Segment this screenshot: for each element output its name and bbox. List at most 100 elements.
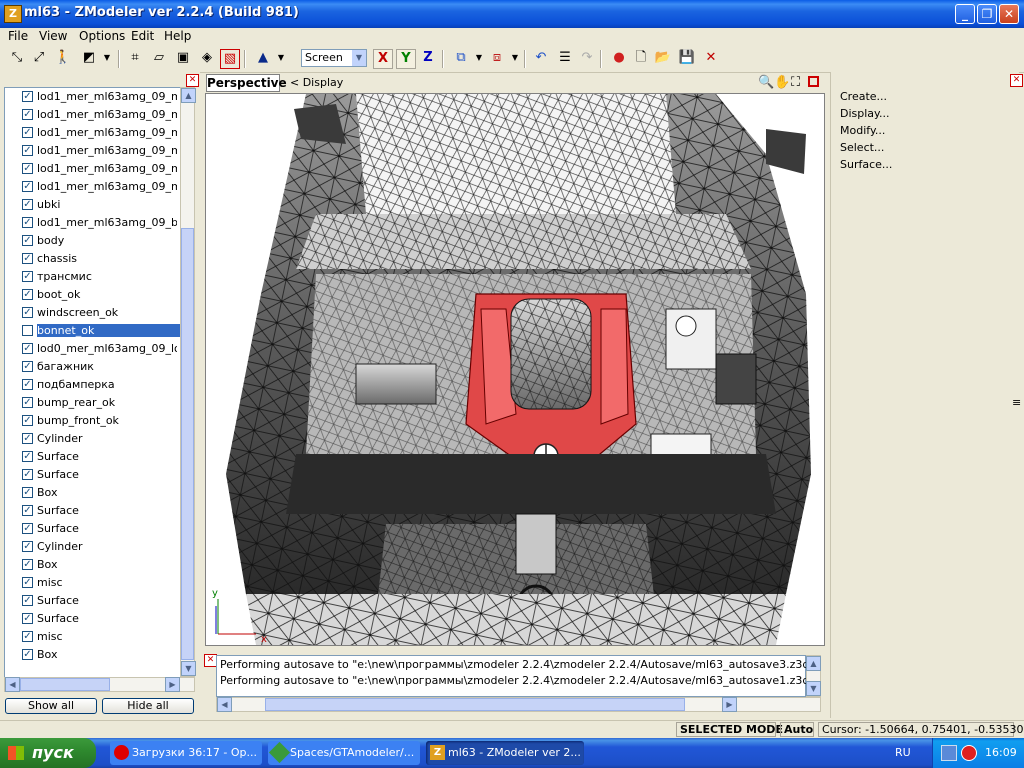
display-menu[interactable]: Display... bbox=[840, 107, 889, 120]
layer-row[interactable]: ✓ lod1_mer_ml63amg_09_mirro bbox=[5, 160, 181, 178]
history-icon[interactable]: ☰ bbox=[556, 49, 574, 67]
layer-visibility-checkbox[interactable]: ✓ bbox=[22, 613, 33, 624]
layer-row[interactable]: ✓ boot_ok bbox=[5, 286, 181, 304]
layer-visibility-checkbox[interactable]: ✓ bbox=[22, 541, 33, 552]
layer-visibility-checkbox[interactable]: ✓ bbox=[22, 91, 33, 102]
coordinate-system-select[interactable]: Screen ▼ bbox=[301, 49, 367, 67]
zoom-extents-icon[interactable]: ⛶ bbox=[791, 75, 800, 90]
close-file-icon[interactable]: ✕ bbox=[702, 49, 720, 67]
scroll-down-icon[interactable]: ▼ bbox=[181, 661, 196, 676]
layer-row[interactable]: ✓ bump_front_ok bbox=[5, 412, 181, 430]
scroll-thumb[interactable] bbox=[265, 698, 685, 711]
pivot-icon[interactable]: ▲ bbox=[254, 49, 272, 67]
vertex-mode-icon[interactable]: ⌗ bbox=[126, 49, 144, 67]
pan-hand-icon[interactable]: ✋ bbox=[774, 75, 790, 90]
layer-visibility-checkbox[interactable]: ✓ bbox=[22, 379, 33, 390]
layer-visibility-checkbox[interactable]: ✓ bbox=[22, 649, 33, 660]
dropdown-arrow-icon[interactable]: ▼ bbox=[470, 49, 488, 67]
menu-edit[interactable]: Edit bbox=[131, 29, 154, 43]
layer-visibility-checkbox[interactable]: ✓ bbox=[22, 451, 33, 462]
layer-visibility-checkbox[interactable]: ✓ bbox=[22, 271, 33, 282]
layer-row[interactable]: ✓ Cylinder bbox=[5, 538, 181, 556]
create-menu[interactable]: Create... bbox=[840, 90, 887, 103]
menu-help[interactable]: Help bbox=[164, 29, 191, 43]
log-hscrollbar[interactable]: ◀ ▶ bbox=[216, 697, 821, 712]
axis-y-toggle[interactable]: Y bbox=[396, 49, 416, 69]
layer-visibility-checkbox[interactable]: ✓ bbox=[22, 235, 33, 246]
layer-visibility-checkbox[interactable]: ✓ bbox=[22, 163, 33, 174]
layer-row[interactable]: ✓ Box bbox=[5, 484, 181, 502]
dropdown-arrow-icon[interactable]: ▼ bbox=[506, 49, 524, 67]
log-vscrollbar[interactable]: ▲ ▼ bbox=[806, 655, 821, 697]
copy-icon[interactable]: ⧉ bbox=[452, 49, 470, 67]
layer-visibility-checkbox[interactable]: ✓ bbox=[22, 289, 33, 300]
layer-visibility-checkbox[interactable]: ✓ bbox=[22, 415, 33, 426]
auto-status[interactable]: Auto bbox=[780, 722, 814, 737]
layer-row[interactable]: ✓ lod1_mer_ml63amg_09_mirro bbox=[5, 88, 181, 106]
modify-menu[interactable]: Modify... bbox=[840, 124, 885, 137]
menu-file[interactable]: File bbox=[8, 29, 28, 43]
taskbar-item-zmodeler[interactable]: Z ml63 - ZModeler ver 2... bbox=[426, 741, 584, 765]
dropdown-arrow-icon[interactable]: ▼ bbox=[272, 49, 290, 67]
save-icon[interactable]: 💾 bbox=[678, 49, 696, 67]
layer-visibility-checkbox[interactable]: ✓ bbox=[22, 343, 33, 354]
layer-row[interactable]: ✓ misc bbox=[5, 628, 181, 646]
layer-row[interactable]: ✓ misc bbox=[5, 574, 181, 592]
layer-row[interactable]: ✓ body bbox=[5, 232, 181, 250]
new-file-icon[interactable]: 🗋 bbox=[632, 49, 650, 67]
layer-visibility-checkbox[interactable]: ✓ bbox=[22, 487, 33, 498]
layer-row[interactable]: ✓ lod1_mer_ml63amg_09_mirro bbox=[5, 106, 181, 124]
layer-row[interactable]: ✓ Box bbox=[5, 556, 181, 574]
3d-viewport[interactable]: x y bbox=[205, 93, 825, 646]
layer-row[interactable]: ✓ Surface bbox=[5, 466, 181, 484]
scroll-down-icon[interactable]: ▼ bbox=[806, 681, 821, 696]
walk-icon[interactable]: 🚶 bbox=[54, 49, 72, 67]
undo-icon[interactable]: ↶ bbox=[532, 49, 550, 67]
layer-visibility-checkbox[interactable]: ✓ bbox=[22, 595, 33, 606]
layer-row[interactable]: ✓ трансмис bbox=[5, 268, 181, 286]
layer-visibility-checkbox[interactable] bbox=[22, 325, 33, 336]
close-icon[interactable]: ✕ bbox=[186, 74, 199, 87]
dropdown-arrow-icon[interactable]: ▼ bbox=[98, 49, 116, 67]
layer-row[interactable]: ✓ Box bbox=[5, 646, 181, 664]
face-mode-icon[interactable]: ▣ bbox=[174, 49, 192, 67]
redo-icon[interactable]: ↷ bbox=[578, 49, 596, 67]
layer-row[interactable]: ✓ ubki bbox=[5, 196, 181, 214]
layer-row[interactable]: ✓ Cylinder bbox=[5, 430, 181, 448]
layer-row[interactable]: ✓ bump_rear_ok bbox=[5, 394, 181, 412]
network-icon[interactable] bbox=[941, 745, 957, 761]
zoom-icon[interactable]: 🔍 bbox=[758, 75, 774, 90]
layer-visibility-checkbox[interactable]: ✓ bbox=[22, 631, 33, 642]
layer-visibility-checkbox[interactable]: ✓ bbox=[22, 433, 33, 444]
layer-visibility-checkbox[interactable]: ✓ bbox=[22, 559, 33, 570]
layer-visibility-checkbox[interactable]: ✓ bbox=[22, 307, 33, 318]
minimize-button[interactable]: _ bbox=[955, 4, 975, 24]
layer-visibility-checkbox[interactable]: ✓ bbox=[22, 505, 33, 516]
layer-visibility-checkbox[interactable]: ✓ bbox=[22, 109, 33, 120]
scroll-right-icon[interactable]: ▶ bbox=[722, 697, 737, 712]
layer-visibility-checkbox[interactable]: ✓ bbox=[22, 181, 33, 192]
hide-all-button[interactable]: Hide all bbox=[102, 698, 194, 714]
layer-visibility-checkbox[interactable]: ✓ bbox=[22, 217, 33, 228]
layer-row[interactable]: ✓ chassis bbox=[5, 250, 181, 268]
layer-row[interactable]: ✓ подбамперка bbox=[5, 376, 181, 394]
camera-icon[interactable]: ◩ bbox=[80, 49, 98, 67]
layer-visibility-checkbox[interactable]: ✓ bbox=[22, 469, 33, 480]
layer-row[interactable]: ✓ Surface bbox=[5, 592, 181, 610]
maximize-button[interactable]: ❐ bbox=[977, 4, 997, 24]
layer-row[interactable]: ✓ lod1_mer_ml63amg_09_body bbox=[5, 214, 181, 232]
viewport-mode-label[interactable]: < Display bbox=[290, 76, 343, 89]
scroll-left-icon[interactable]: ◀ bbox=[217, 697, 232, 712]
layer-visibility-checkbox[interactable]: ✓ bbox=[22, 199, 33, 210]
scroll-thumb[interactable] bbox=[20, 678, 110, 691]
select-menu[interactable]: Select... bbox=[840, 141, 884, 154]
layer-visibility-checkbox[interactable]: ✓ bbox=[22, 253, 33, 264]
scroll-up-icon[interactable]: ▲ bbox=[806, 656, 821, 671]
layer-row[interactable]: ✓ lod0_mer_ml63amg_09_lod0_ bbox=[5, 340, 181, 358]
layer-row[interactable]: ✓ багажник bbox=[5, 358, 181, 376]
layer-visibility-checkbox[interactable]: ✓ bbox=[22, 523, 33, 534]
layer-row[interactable]: ✓ lod1_mer_ml63amg_09_mirro bbox=[5, 142, 181, 160]
maximize-viewport-icon[interactable] bbox=[808, 76, 819, 87]
object-mode-icon[interactable]: ◈ bbox=[198, 49, 216, 67]
scroll-right-icon[interactable]: ▶ bbox=[165, 677, 180, 692]
